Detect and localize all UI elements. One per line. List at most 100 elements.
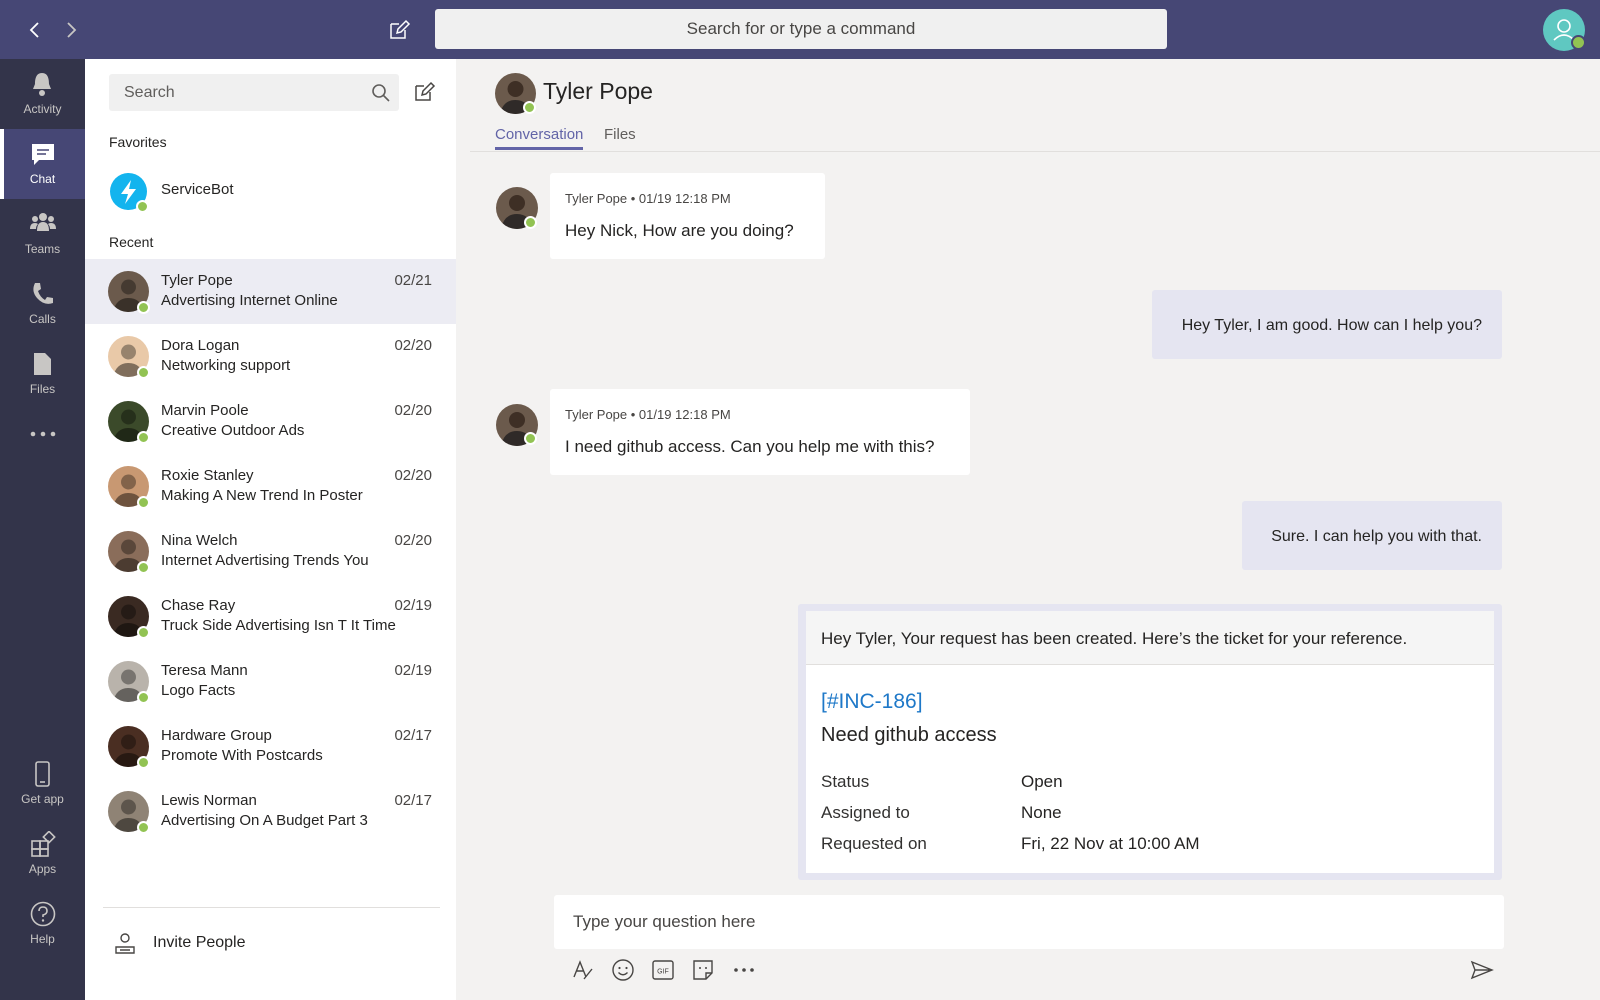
message-meta: Tyler Pope • 01/19 12:18 PM — [565, 407, 731, 422]
chat-item-name: Roxie Stanley — [161, 467, 254, 484]
outgoing-message: Hey Tyler, I am good. How can I help you… — [1152, 290, 1502, 359]
emoji-icon[interactable] — [610, 957, 636, 983]
help-icon — [30, 901, 56, 927]
chat-item[interactable]: Dora Logan Networking support 02/20 — [85, 324, 456, 389]
message-compose-input[interactable] — [554, 895, 1504, 949]
chat-item[interactable]: Marvin Poole Creative Outdoor Ads 02/20 — [85, 389, 456, 454]
chat-item-name: ServiceBot — [161, 181, 234, 198]
presence-dot — [137, 366, 150, 379]
rail-label: Activity — [23, 102, 62, 116]
presence-dot — [137, 431, 150, 444]
chat-item-servicebot[interactable]: ServiceBot — [85, 164, 456, 220]
chat-item-date: 02/21 — [394, 272, 432, 289]
chat-item[interactable]: Chase Ray Truck Side Advertising Isn T It… — [85, 584, 456, 649]
top-bar — [0, 0, 1600, 59]
presence-dot — [137, 626, 150, 639]
field-value-assigned-to: None — [1021, 803, 1062, 822]
presence-dot — [137, 756, 150, 769]
contact-name: Tyler Pope — [543, 78, 653, 104]
ticket-title: Need github access — [821, 724, 997, 746]
rail-item-activity[interactable]: Activity — [0, 59, 85, 129]
new-chat-button[interactable] — [387, 18, 411, 42]
chevron-right-icon — [67, 22, 77, 38]
rail-item-help[interactable]: Help — [0, 889, 85, 959]
chat-item-preview: Making A New Trend In Poster — [161, 487, 363, 504]
chat-item-preview: Promote With Postcards — [161, 747, 323, 764]
message-text: Sure. I can help you with that. — [1271, 528, 1482, 545]
message-meta: Tyler Pope • 01/19 12:18 PM — [565, 191, 731, 206]
presence-dot — [136, 200, 149, 213]
svg-text:GIF: GIF — [657, 969, 669, 976]
message-text: Hey Nick, How are you doing? — [565, 221, 794, 240]
apps-icon — [31, 831, 56, 857]
chat-item[interactable]: Tyler Pope Advertising Internet Online 02/… — [85, 259, 456, 324]
presence-dot — [137, 301, 150, 314]
chat-item[interactable]: Teresa Mann Logo Facts 02/19 — [85, 649, 456, 714]
bell-icon — [33, 73, 51, 96]
ticket-card-header: Hey Tyler, Your request has been created… — [806, 611, 1494, 665]
presence-dot — [137, 821, 150, 834]
tab-files[interactable]: Files — [604, 126, 636, 143]
rail-item-calls[interactable]: Calls — [0, 269, 85, 339]
chat-item-name: Tyler Pope — [161, 272, 233, 289]
rail-label: Apps — [28, 862, 57, 876]
chat-item-date: 02/19 — [394, 597, 432, 614]
format-icon[interactable] — [570, 957, 596, 983]
app-rail: Activity Chat Teams Calls Files Get app … — [0, 59, 85, 1000]
chat-item-preview: Advertising Internet Online — [161, 292, 338, 309]
more-icon — [30, 431, 56, 437]
ticket-card: Hey Tyler, Your request has been created… — [806, 611, 1494, 873]
presence-dot — [524, 216, 537, 229]
sticker-icon[interactable] — [690, 957, 716, 983]
field-value-requested-on: Fri, 22 Nov at 10:00 AM — [1021, 834, 1200, 853]
presence-available-badge — [1571, 35, 1586, 50]
chat-item[interactable]: Nina Welch Internet Advertising Trends Yo… — [85, 519, 456, 584]
invite-people-label: Invite People — [153, 934, 246, 951]
search-icon[interactable] — [371, 83, 391, 103]
chat-item[interactable]: Hardware Group Promote With Postcards 02/1… — [85, 714, 456, 779]
forward-button[interactable] — [60, 18, 82, 42]
chat-item-date: 02/19 — [394, 662, 432, 679]
compose-icon — [390, 19, 411, 39]
rail-item-apps[interactable]: Apps — [0, 819, 85, 889]
chat-item-date: 02/17 — [394, 727, 432, 744]
rail-label: Chat — [29, 172, 56, 186]
chat-item[interactable]: Lewis Norman Advertising On A Budget Part… — [85, 779, 456, 844]
chat-item-name: Chase Ray — [161, 597, 236, 614]
rail-item-teams[interactable]: Teams — [0, 199, 85, 269]
field-label-requested-on: Requested on — [821, 834, 927, 853]
gif-icon[interactable]: GIF — [650, 957, 676, 983]
chat-item-preview: Truck Side Advertising Isn T It Time — [161, 617, 396, 634]
chat-item-name: Hardware Group — [161, 727, 272, 744]
invite-person-icon — [115, 933, 135, 954]
rail-item-files[interactable]: Files — [0, 339, 85, 409]
command-search-input[interactable] — [435, 9, 1167, 49]
outgoing-message: Sure. I can help you with that. — [1242, 501, 1502, 570]
back-button[interactable] — [24, 18, 46, 42]
chat-item-name: Nina Welch — [161, 532, 238, 549]
presence-dot — [137, 691, 150, 704]
rail-item-chat[interactable]: Chat — [0, 129, 85, 199]
chat-item-date: 02/20 — [394, 402, 432, 419]
chat-item-preview: Creative Outdoor Ads — [161, 422, 305, 439]
new-chat-compose-icon[interactable] — [412, 80, 436, 104]
invite-people-button[interactable]: Invite People — [109, 924, 309, 964]
ticket-id-link[interactable]: [#INC-186] — [821, 690, 923, 714]
rail-item-get-app[interactable]: Get app — [0, 749, 85, 819]
rail-label: Calls — [29, 312, 56, 326]
presence-dot — [524, 432, 537, 445]
more-options-icon[interactable] — [731, 957, 757, 983]
chat-item[interactable]: Roxie Stanley Making A New Trend In Poste… — [85, 454, 456, 519]
chat-item-date: 02/20 — [394, 467, 432, 484]
chat-search-input[interactable] — [109, 74, 359, 111]
presence-dot — [137, 561, 150, 574]
message-text: Hey Tyler, I am good. How can I help you… — [1181, 317, 1482, 334]
contact-presence-dot — [523, 101, 536, 114]
rail-item-more[interactable] — [0, 409, 85, 459]
chat-item-name: Teresa Mann — [161, 662, 248, 679]
rail-label: Teams — [24, 242, 61, 256]
tab-conversation[interactable]: Conversation — [495, 126, 583, 143]
active-tab-indicator — [495, 147, 583, 150]
send-icon[interactable] — [1469, 957, 1495, 983]
divider — [103, 907, 440, 908]
